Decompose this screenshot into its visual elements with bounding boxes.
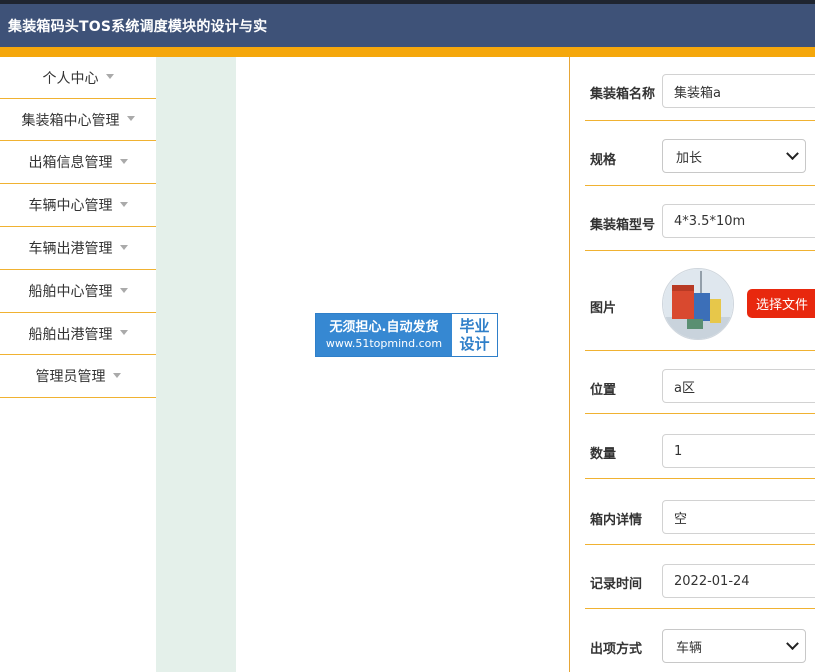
container-image-preview [662,268,734,340]
form-row-quantity: 数量 1 [585,414,815,479]
record-time-label: 记录时间 [590,577,643,592]
exit-method-label: 出项方式 [590,642,643,657]
sidebar-item-label: 个人中心 [42,70,99,87]
watermark-right: 毕业 设计 [452,314,497,356]
form-row-contents: 箱内详情 空 [585,479,815,545]
sidebar-item-outbound-info[interactable]: 出箱信息管理 [0,141,156,184]
contents-input[interactable]: 空 [662,500,815,534]
watermark-text: 毕业 [459,317,490,335]
caret-down-icon [119,330,128,335]
form-row-record-time: 记录时间 2022-01-24 [585,545,815,609]
content-area [236,57,570,672]
sidebar-item-container-center[interactable]: 集装箱中心管理 [0,99,156,141]
watermark-text: 设计 [459,335,490,353]
container-photo-icon [663,269,733,339]
form-row-exit-method: 出项方式 车辆 [585,609,815,672]
location-label: 位置 [590,383,617,398]
sidebar-item-ship-departure[interactable]: 船舶出港管理 [0,313,156,355]
watermark-badge: 无须担心.自动发货 www.51topmind.com 毕业 设计 [315,313,498,357]
model-input[interactable]: 4*3.5*10m [662,204,815,238]
quantity-input[interactable]: 1 [662,434,815,468]
contents-label: 箱内详情 [590,513,643,528]
caret-down-icon [119,158,128,164]
sidebar-item-label: 集装箱中心管理 [21,112,120,129]
sidebar-item-ship-center[interactable]: 船舶中心管理 [0,270,156,313]
sidebar-item-label: 车辆出港管理 [28,241,113,257]
caret-down-icon [119,201,128,207]
app-header: 集装箱码头TOS系统调度模块的设计与实 [0,4,815,47]
form-row-location: 位置 a区 [585,351,815,414]
form-row-container-name: 集装箱名称 集装箱a [585,57,815,121]
caret-down-icon [126,116,135,121]
chevron-down-icon [786,146,799,160]
sidebar: 个人中心 集装箱中心管理 出箱信息管理 车辆中心管理 车辆出港管理 船舶中心管理… [0,57,156,672]
header-accent-bar [0,47,815,57]
spec-select[interactable]: 加长 [662,139,806,173]
form-row-image: 图片 选择文件 [585,251,815,351]
sidebar-item-label: 船舶中心管理 [28,284,113,300]
sidebar-item-admin[interactable]: 管理员管理 [0,355,156,398]
sidebar-item-label: 车辆中心管理 [28,198,113,214]
sidebar-item-label: 出箱信息管理 [28,155,113,171]
model-label: 集装箱型号 [590,218,656,233]
location-input[interactable]: a区 [662,369,815,403]
choose-file-button[interactable]: 选择文件 [747,289,815,318]
app-title: 集装箱码头TOS系统调度模块的设计与实 [8,18,268,35]
sidebar-item-personal-center[interactable]: 个人中心 [0,57,156,99]
exit-method-select[interactable]: 车辆 [662,629,806,663]
quantity-label: 数量 [590,447,617,462]
image-label: 图片 [590,301,617,316]
sidebar-item-label: 船舶出港管理 [28,326,113,343]
caret-down-icon [119,287,128,293]
watermark-left: 无须担心.自动发货 www.51topmind.com [316,314,452,356]
side-strip [156,57,236,672]
record-time-input[interactable]: 2022-01-24 [662,564,815,598]
container-name-input[interactable]: 集装箱a [662,74,815,108]
container-name-label: 集装箱名称 [590,87,656,102]
watermark-url: www.51topmind.com [325,337,443,350]
sidebar-item-label: 管理员管理 [35,369,106,385]
caret-down-icon [112,372,121,378]
exit-method-select-value: 车辆 [676,640,703,656]
caret-down-icon [105,74,114,79]
watermark-slogan: 无须担心.自动发货 [329,320,439,335]
chevron-down-icon [786,636,799,650]
spec-label: 规格 [590,153,617,168]
form-row-model: 集装箱型号 4*3.5*10m [585,186,815,251]
sidebar-item-vehicle-departure[interactable]: 车辆出港管理 [0,227,156,270]
form-row-spec: 规格 加长 [585,121,815,186]
sidebar-item-vehicle-center[interactable]: 车辆中心管理 [0,184,156,227]
spec-select-value: 加长 [676,150,703,166]
caret-down-icon [119,244,128,250]
